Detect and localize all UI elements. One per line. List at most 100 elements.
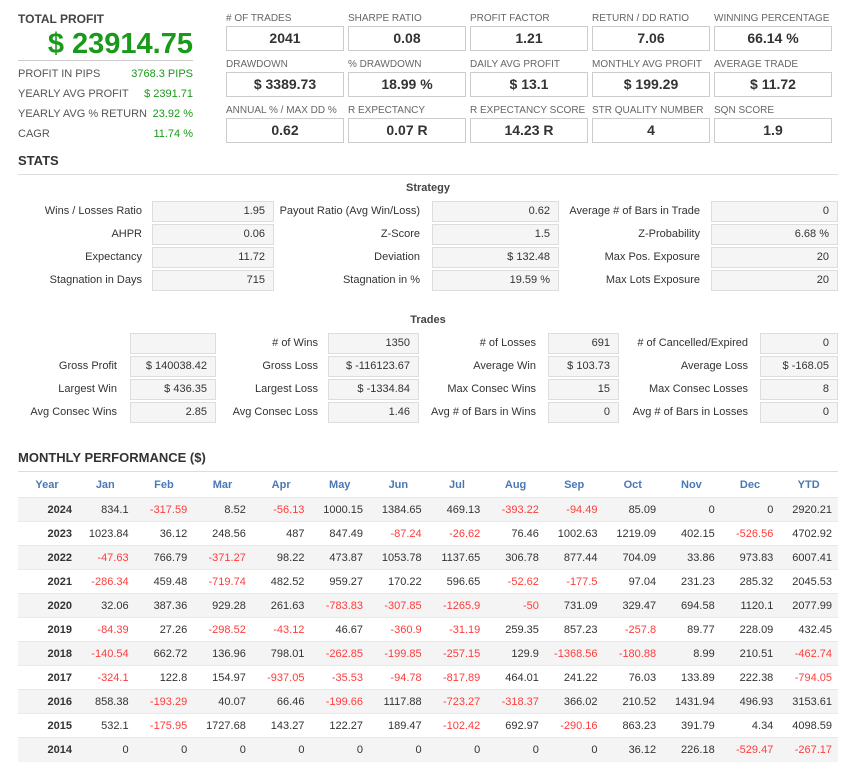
value-cell: 496.93 bbox=[720, 689, 780, 714]
value-cell: 834.1 bbox=[76, 497, 135, 522]
column-header-nov: Nov bbox=[681, 478, 702, 491]
table-row: 2021 -286.34 459.48 -719.74 482.52 959.27 170.… bbox=[18, 569, 838, 594]
year-cell: 2015 bbox=[18, 713, 76, 738]
column-header-oct: Oct bbox=[623, 478, 642, 491]
metric-label: STR QUALITY NUMBER bbox=[592, 105, 704, 116]
value-cell: 863.23 bbox=[603, 713, 663, 738]
value-cell: 662.72 bbox=[134, 641, 194, 666]
stat-value: 0 bbox=[760, 333, 838, 354]
value-cell: 76.03 bbox=[603, 665, 663, 690]
value-cell: 858.38 bbox=[76, 689, 135, 714]
column-header-feb: Feb bbox=[154, 478, 174, 491]
table-row: 2019 -84.39 27.26 -298.52 -43.12 46.67 -360.9-… bbox=[18, 617, 838, 642]
column-header-dec: Dec bbox=[739, 478, 761, 491]
year-cell: 2018 bbox=[18, 641, 76, 666]
value-cell: 877.44 bbox=[544, 545, 604, 570]
value-cell: 1384.65 bbox=[369, 497, 428, 522]
value-cell: 210.51 bbox=[720, 641, 780, 666]
value-cell: 2077.99 bbox=[779, 593, 838, 618]
table-row: 2017 -324.1 122.8 154.97 -937.05 -35.53 -94.78… bbox=[18, 665, 838, 690]
value-cell: 0 bbox=[662, 497, 721, 522]
value-cell: 4098.59 bbox=[779, 713, 838, 738]
summary-value: 11.74 % bbox=[153, 128, 193, 140]
stat-label: Z-Probability bbox=[638, 228, 700, 240]
metric-card: DRAWDOWN $ 3389.73 bbox=[226, 58, 344, 97]
value-cell: 154.97 bbox=[193, 665, 252, 690]
metric-value: 2041 bbox=[226, 26, 344, 51]
stat-label: Average Loss bbox=[680, 360, 748, 372]
year-cell: 2019 bbox=[18, 617, 76, 642]
value-cell: -462.74 bbox=[779, 641, 838, 666]
value-cell: 32.06 bbox=[76, 593, 135, 618]
value-cell: -257.8 bbox=[603, 617, 663, 642]
year-cell: 2014 bbox=[18, 737, 76, 762]
stat-value: 20 bbox=[711, 247, 838, 268]
value-cell: 170.22 bbox=[369, 569, 428, 594]
value-cell: -794.05 bbox=[779, 665, 838, 690]
year-cell: 2020 bbox=[18, 593, 76, 618]
value-cell: 285.32 bbox=[720, 569, 780, 594]
value-cell: 3153.61 bbox=[779, 689, 838, 714]
metric-card: DAILY AVG PROFIT $ 13.1 bbox=[470, 58, 588, 97]
value-cell: 766.79 bbox=[134, 545, 194, 570]
table-row: 2015 532.1 -175.95 1727.68 143.27 122.27 189.4… bbox=[18, 713, 838, 738]
value-cell: -47.63 bbox=[76, 545, 135, 570]
value-cell: 40.07 bbox=[193, 689, 252, 714]
value-cell: -43.12 bbox=[251, 617, 311, 642]
metric-label: WINNING PERCENTAGE bbox=[714, 13, 830, 24]
stat-label: Largest Win bbox=[58, 383, 117, 395]
value-cell: -318.37 bbox=[486, 689, 545, 714]
value-cell: 97.04 bbox=[603, 569, 663, 594]
metric-label: MONTHLY AVG PROFIT bbox=[592, 59, 703, 70]
stat-label: Avg # of Bars in Losses bbox=[632, 406, 748, 418]
value-cell: -180.88 bbox=[603, 641, 663, 666]
value-cell: 432.45 bbox=[779, 617, 838, 642]
metric-label: DAILY AVG PROFIT bbox=[470, 59, 561, 70]
metric-label: DRAWDOWN bbox=[226, 59, 288, 70]
value-cell: -817.89 bbox=[427, 665, 487, 690]
column-header-may: May bbox=[329, 478, 351, 491]
value-cell: 210.52 bbox=[603, 689, 663, 714]
value-cell: 0 bbox=[251, 737, 311, 762]
value-cell: 241.22 bbox=[544, 665, 604, 690]
stat-value: 0 bbox=[760, 402, 838, 423]
stat-label: Stagnation in Days bbox=[49, 274, 142, 286]
metric-card: WINNING PERCENTAGE 66.14 % bbox=[714, 12, 832, 51]
value-cell: -1368.56 bbox=[544, 641, 604, 666]
value-cell: -56.13 bbox=[251, 497, 311, 522]
metric-value: 0.62 bbox=[226, 118, 344, 143]
value-cell: 1431.94 bbox=[662, 689, 721, 714]
table-row: 2018 -140.54 662.72 136.96 798.01 -262.85 -199… bbox=[18, 641, 838, 666]
value-cell: -87.24 bbox=[369, 521, 428, 546]
value-cell: -177.5 bbox=[544, 569, 604, 594]
year-cell: 2021 bbox=[18, 569, 76, 594]
metric-card: R EXPECTANCY 0.07 R bbox=[348, 104, 466, 143]
table-row: 2014 0 0 0 0 0 0 0 0 0 36.12 226.18 -529.47 -267.17 bbox=[18, 737, 838, 762]
value-cell: -360.9 bbox=[369, 617, 428, 642]
column-header-jul: Jul bbox=[449, 478, 465, 491]
metric-value: $ 13.1 bbox=[470, 72, 588, 97]
column-header-jun: Jun bbox=[388, 478, 409, 491]
value-cell: 366.02 bbox=[544, 689, 604, 714]
value-cell: -298.52 bbox=[193, 617, 252, 642]
stat-label: Max Consec Wins bbox=[447, 383, 536, 395]
stat-label: Deviation bbox=[374, 251, 420, 263]
value-cell: 133.89 bbox=[662, 665, 721, 690]
stat-label: Expectancy bbox=[85, 251, 142, 263]
metric-card: SQN SCORE 1.9 bbox=[714, 104, 832, 143]
value-cell: 0 bbox=[310, 737, 370, 762]
summary-label: YEARLY AVG % RETURN bbox=[18, 108, 147, 120]
metric-card: SHARPE RATIO 0.08 bbox=[348, 12, 466, 51]
metric-card: # OF TRADES 2041 bbox=[226, 12, 344, 51]
stat-label: Avg # of Bars in Wins bbox=[431, 406, 536, 418]
column-header-jan: Jan bbox=[95, 478, 115, 491]
stat-label: # of Cancelled/Expired bbox=[637, 337, 748, 349]
value-cell: -719.74 bbox=[193, 569, 252, 594]
value-cell: 798.01 bbox=[251, 641, 311, 666]
value-cell: 857.23 bbox=[544, 617, 604, 642]
value-cell: 464.01 bbox=[486, 665, 545, 690]
metric-card: STR QUALITY NUMBER 4 bbox=[592, 104, 710, 143]
value-cell: -31.19 bbox=[427, 617, 487, 642]
metric-label: ANNUAL % / MAX DD % bbox=[226, 105, 337, 116]
value-cell: 391.79 bbox=[662, 713, 721, 738]
